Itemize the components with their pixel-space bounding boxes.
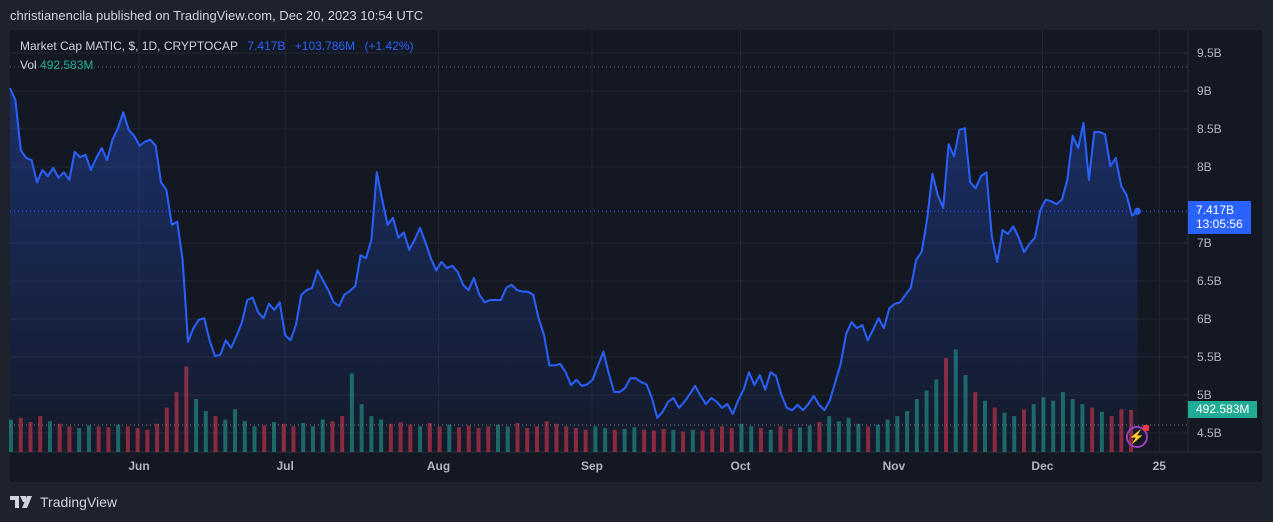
last-price-dot [1133,207,1141,215]
last-volume-label: 492.583M [1188,401,1257,418]
last-price-value: 7.417B [1196,203,1235,217]
y-tick-label: 8.5B [1197,122,1222,136]
brand-name: TradingView [40,494,118,510]
x-tick-label: 25 [1153,459,1167,473]
lightning-icon[interactable]: ⚡ [1126,425,1149,448]
y-tick-label: 5.5B [1197,350,1222,364]
y-tick-label: 9.5B [1197,46,1222,60]
x-tick-label: Jul [276,459,293,473]
notification-dot [1143,425,1149,431]
volume-legend[interactable]: Vol 492.583M [20,58,93,72]
footer-brand: TradingView [10,494,117,510]
last-value: 7.417B [247,39,286,53]
x-tick-label: Sep [581,459,603,473]
bar-countdown: 13:05:56 [1196,217,1243,231]
x-tick-label: Oct [730,459,750,473]
tradingview-logo-icon [10,496,32,508]
y-tick-label: 8B [1197,160,1212,174]
last-price-label: 7.417B 13:05:56 [1188,201,1251,234]
price-area-fill [10,88,1138,452]
y-tick-label: 6B [1197,312,1212,326]
change-value: +103.786M [294,39,356,53]
chart-canvas[interactable]: 9.5B 9B 8.5B 8B 7B 6.5B 6B 5.5B 5B 4.5B Jun Jul Aug S… [0,0,1273,522]
change-percent: (+1.42%) [364,39,414,53]
y-tick-label: 5B [1197,388,1212,402]
symbol-legend[interactable]: Market Cap MATIC, $, 1D, CRYPTOCAP 7.417… [20,39,420,53]
y-tick-label: 7B [1197,236,1212,250]
x-tick-label: Jun [128,459,149,473]
volume-legend-label: Vol [20,58,37,72]
y-tick-label: 6.5B [1197,274,1222,288]
x-tick-label: Aug [427,459,450,473]
volume-legend-value: 492.583M [40,58,94,72]
y-tick-label: 9B [1197,84,1212,98]
symbol-title: Market Cap MATIC, $, 1D, CRYPTOCAP [20,39,239,53]
x-tick-label: Nov [883,459,906,473]
x-tick-label: Dec [1031,459,1053,473]
y-tick-label: 4.5B [1197,426,1222,440]
